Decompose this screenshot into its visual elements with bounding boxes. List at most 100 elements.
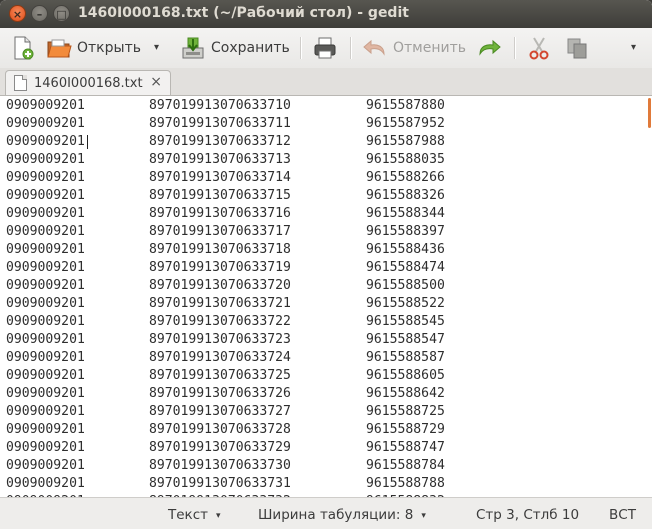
line-field: 0909009201 [6,368,85,383]
redo-icon [476,35,502,61]
line-field: 9615588725 [366,404,445,419]
tab-document[interactable]: 1460I000168.txt × [5,70,171,95]
save-button[interactable]: Сохранить [180,34,290,62]
open-button[interactable]: Открыть [46,34,141,62]
redo-button[interactable] [476,34,502,62]
tab-width-selector[interactable]: Ширина табуляции: 8 ▾ [258,507,426,523]
line-field: 9615588545 [366,314,445,329]
line-field: 897019913070633728 [149,422,291,437]
line-field: 9615588397 [366,224,445,239]
gedit-window: × – □ 1460I000168.txt (~/Рабочий стол) -… [0,0,652,529]
cut-button[interactable] [526,34,552,62]
undo-icon [362,35,388,61]
print-button[interactable] [312,34,338,62]
line-field: 897019913070633714 [149,170,291,185]
line-field: 0909009201 [6,422,85,437]
toolbar-separator [514,37,516,59]
tab-label: 1460I000168.txt [34,75,143,91]
line-field: 0909009201 [6,98,85,113]
line-field: 0909009201 [6,188,85,203]
line-field: 0909009201 [6,170,85,185]
line-field: 0909009201 [6,296,85,311]
line-field: 0909009201 [6,404,85,419]
line-field: 0909009201 [6,224,85,239]
line-field: 897019913070633710 [149,98,291,113]
line-field: 897019913070633724 [149,350,291,365]
line-field: 897019913070633727 [149,404,291,419]
window-title: 1460I000168.txt (~/Рабочий стол) - gedit [78,5,409,21]
line-field: 897019913070633712 [149,134,291,149]
toolbar-overflow-menu[interactable]: ▾ [631,42,636,53]
text-file-icon [14,75,27,91]
cursor-position: Стр 3, Стлб 10 [476,507,580,523]
line-field: 0909009201 [6,350,85,365]
new-document-icon [10,35,36,61]
copy-button[interactable] [564,34,590,62]
line-field: 9615588266 [366,170,445,185]
toolbar-separator [300,37,302,59]
cut-icon [526,35,552,61]
line-field: 897019913070633717 [149,224,291,239]
line-field: 9615588436 [366,242,445,257]
text-cursor [87,135,88,149]
minimize-window-button[interactable]: – [31,5,48,22]
line-field: 9615588547 [366,332,445,347]
toolbar-separator [350,37,352,59]
text-editor-area[interactable]: 0909009201 897019913070633710 9615587880 09… [0,96,652,497]
line-field: 897019913070633713 [149,152,291,167]
print-icon [312,35,338,61]
line-field: 9615587952 [366,116,445,131]
line-field: 9615588747 [366,440,445,455]
line-field: 9615587988 [366,134,445,149]
line-field: 0909009201 [6,476,85,491]
scroll-indicator[interactable] [648,98,651,128]
line-field: 9615588500 [366,278,445,293]
line-field: 0909009201 [6,458,85,473]
line-field: 0909009201 [6,278,85,293]
line-field: 9615587880 [366,98,445,113]
line-field: 9615588605 [366,368,445,383]
undo-button[interactable]: Отменить [362,34,466,62]
line-field: 897019913070633723 [149,332,291,347]
language-selector[interactable]: Текст ▾ [168,507,221,523]
folder-open-icon [46,35,72,61]
line-field: 9615588788 [366,476,445,491]
line-field: 0909009201 [6,386,85,401]
save-label: Сохранить [211,40,290,56]
line-field: 0909009201 [6,260,85,275]
line-field: 897019913070633725 [149,368,291,383]
line-field: 9615588344 [366,206,445,221]
close-window-button[interactable]: × [9,5,26,22]
line-field: 9615588474 [366,260,445,275]
line-field: 897019913070633711 [149,116,291,131]
line-field: 897019913070633715 [149,188,291,203]
line-field: 897019913070633729 [149,440,291,455]
line-field: 897019913070633730 [149,458,291,473]
toolbar: Открыть ▾ Сохранить Отменить ▾ [0,28,652,68]
line-field: 897019913070633719 [149,260,291,275]
chevron-down-icon: ▾ [216,511,221,521]
maximize-window-button[interactable]: □ [53,5,70,22]
open-recent-dropdown[interactable]: ▾ [154,42,159,53]
line-field: 897019913070633721 [149,296,291,311]
insert-mode: ВСТ [609,507,636,523]
line-field: 897019913070633720 [149,278,291,293]
chevron-down-icon: ▾ [421,511,426,521]
line-field: 0909009201 [6,440,85,455]
line-field: 9615588587 [366,350,445,365]
line-field: 0909009201 [6,242,85,257]
line-field: 9615588784 [366,458,445,473]
line-field: 0909009201 [6,314,85,329]
title-bar[interactable]: × – □ 1460I000168.txt (~/Рабочий стол) -… [0,0,652,28]
new-document-button[interactable] [10,34,36,62]
line-field: 897019913070633726 [149,386,291,401]
line-field: 9615588522 [366,296,445,311]
undo-label: Отменить [393,40,467,56]
tab-width-label: Ширина табуляции: [258,507,401,523]
line-field: 897019913070633731 [149,476,291,491]
status-bar: Текст ▾ Ширина табуляции: 8 ▾ Стр 3, Стлб … [0,497,652,529]
save-icon [180,35,206,61]
tab-close-icon[interactable]: × [150,74,162,90]
tab-width-value: 8 [404,507,414,523]
line-field: 9615588642 [366,386,445,401]
